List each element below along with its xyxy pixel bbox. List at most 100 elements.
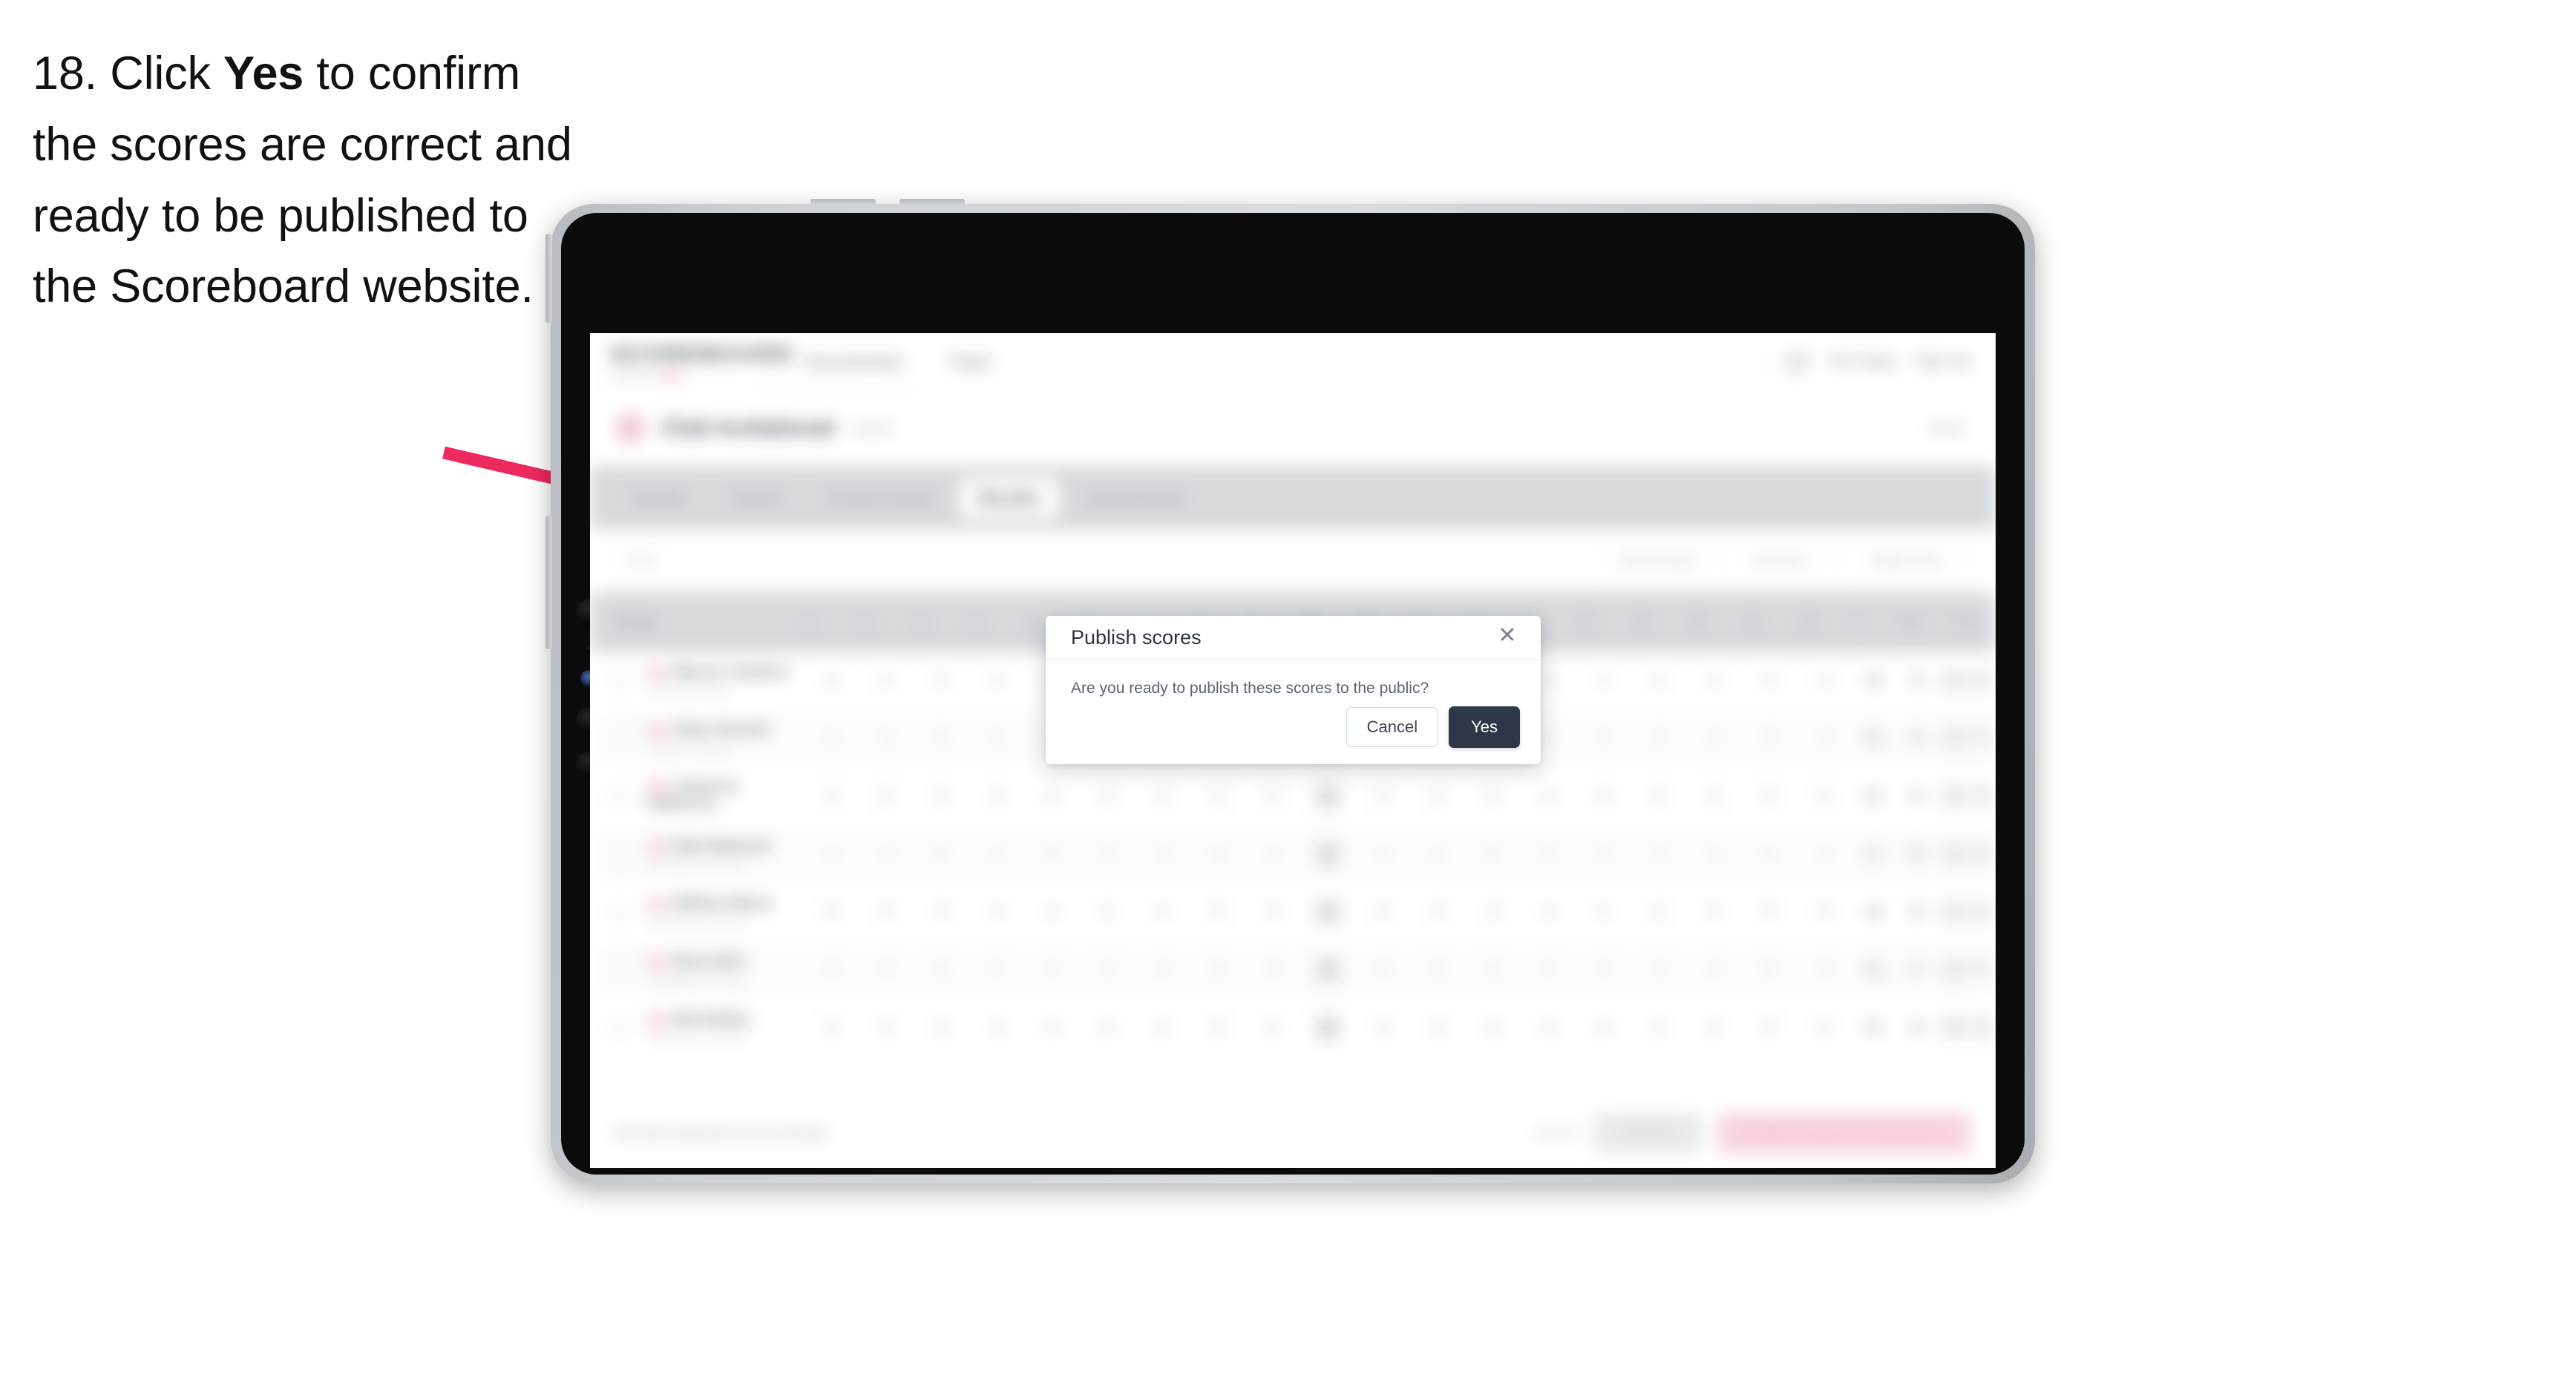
score-cell[interactable]: 5 bbox=[1741, 956, 1796, 985]
score-cell[interactable]: 4 bbox=[1355, 840, 1410, 870]
score-cell[interactable]: 38 bbox=[1300, 840, 1355, 870]
score-cell[interactable]: 4 bbox=[1686, 1014, 1741, 1043]
score-cell[interactable]: 5 bbox=[914, 666, 969, 696]
score-cell[interactable]: 4 bbox=[1686, 666, 1741, 696]
cancel-link[interactable]: Cancel bbox=[1532, 1125, 1578, 1142]
score-cell[interactable]: 5 bbox=[1741, 724, 1796, 754]
score-cell[interactable]: 4 bbox=[1576, 1014, 1631, 1043]
score-cell[interactable]: 3 bbox=[1080, 956, 1135, 985]
tab-results[interactable]: Results bbox=[958, 478, 1059, 518]
score-cell[interactable]: 4 bbox=[804, 782, 859, 812]
score-cell[interactable]: 3 bbox=[1631, 956, 1686, 985]
score-cell[interactable]: 3 bbox=[1631, 840, 1686, 870]
search-input[interactable]: Find bbox=[609, 541, 1594, 581]
score-cell[interactable]: 4 bbox=[1797, 898, 1852, 927]
cancel-button[interactable]: Cancel bbox=[1346, 707, 1439, 747]
score-cell[interactable]: 4 bbox=[1024, 898, 1079, 927]
select-view-mode[interactable]: Table Only ▾ bbox=[1856, 541, 1976, 581]
select-tee-groups[interactable]: Tee Groups ▾ bbox=[1604, 541, 1731, 581]
score-cell[interactable]: 4 bbox=[1797, 724, 1852, 754]
score-cell[interactable]: 4 bbox=[1355, 898, 1410, 927]
row-checkbox[interactable] bbox=[609, 1017, 632, 1040]
score-cell[interactable]: 3 bbox=[1410, 782, 1465, 812]
score-cell[interactable]: 4 bbox=[1576, 898, 1631, 927]
score-cell[interactable]: 4 bbox=[1576, 782, 1631, 812]
score-cell[interactable]: 4 bbox=[1135, 782, 1190, 812]
score-cell[interactable]: 4 bbox=[1245, 898, 1300, 927]
score-cell[interactable]: 3 bbox=[1080, 898, 1135, 927]
score-cell[interactable]: 3 bbox=[1410, 898, 1465, 927]
score-cell[interactable]: 38 bbox=[1300, 782, 1355, 812]
power-button[interactable] bbox=[545, 234, 552, 323]
score-cell[interactable]: 4 bbox=[804, 1014, 859, 1043]
side-button[interactable] bbox=[545, 516, 552, 649]
score-cell[interactable]: 4 bbox=[1024, 956, 1079, 985]
user-name[interactable]: Tim Oates bbox=[1829, 353, 1897, 370]
score-cell[interactable]: 4 bbox=[1797, 840, 1852, 870]
score-cell[interactable]: 4 bbox=[859, 898, 914, 927]
score-cell[interactable]: 4 bbox=[859, 956, 914, 985]
tab-leaderboard[interactable]: Leaderboard bbox=[1066, 479, 1202, 518]
score-cell[interactable]: 5 bbox=[1190, 840, 1245, 870]
score-cell[interactable]: 38 bbox=[1300, 1014, 1355, 1043]
row-checkbox[interactable] bbox=[609, 844, 632, 866]
select-round[interactable]: Round 1 ▾ bbox=[1740, 541, 1846, 581]
score-cell[interactable]: 4 bbox=[804, 724, 859, 754]
score-cell[interactable]: 4 bbox=[969, 724, 1024, 754]
score-cell[interactable]: 3 bbox=[1080, 840, 1135, 870]
score-cell[interactable]: 4 bbox=[969, 666, 1024, 696]
score-cell[interactable]: 4 bbox=[859, 1014, 914, 1043]
score-cell[interactable]: 4 bbox=[1521, 840, 1576, 870]
score-cell[interactable]: 4 bbox=[1521, 898, 1576, 927]
volume-up-button[interactable] bbox=[810, 199, 876, 206]
row-checkbox[interactable] bbox=[609, 786, 632, 808]
score-cell[interactable]: 5 bbox=[1466, 782, 1521, 812]
score-cell[interactable]: 5 bbox=[1466, 956, 1521, 985]
score-cell[interactable]: 5 bbox=[1466, 840, 1521, 870]
score-cell[interactable]: 4 bbox=[1245, 1014, 1300, 1043]
score-cell[interactable]: 4 bbox=[969, 898, 1024, 927]
score-cell[interactable]: 5 bbox=[1741, 840, 1796, 870]
score-cell[interactable]: 4 bbox=[969, 956, 1024, 985]
score-cell[interactable]: 5 bbox=[1024, 840, 1079, 870]
score-cell[interactable]: 3 bbox=[1631, 724, 1686, 754]
score-cell[interactable]: 5 bbox=[1741, 898, 1796, 927]
score-cell[interactable]: 4 bbox=[1576, 666, 1631, 696]
score-cell[interactable]: 38 bbox=[1300, 898, 1355, 927]
score-cell[interactable]: 4 bbox=[1686, 724, 1741, 754]
app-logo[interactable]: SCOREBOARD Powered by Golf bbox=[611, 343, 792, 380]
score-cell[interactable]: 3 bbox=[1631, 898, 1686, 927]
score-cell[interactable]: 4 bbox=[1135, 956, 1190, 985]
close-icon[interactable]: ✕ bbox=[1495, 623, 1520, 648]
tab-course-setup[interactable]: Course Setup bbox=[808, 479, 951, 518]
score-cell[interactable]: 4 bbox=[1686, 898, 1741, 927]
score-cell[interactable]: 4 bbox=[1355, 782, 1410, 812]
score-cell[interactable]: 3 bbox=[1410, 1014, 1465, 1043]
score-cell[interactable]: 4 bbox=[859, 666, 914, 696]
score-cell[interactable]: 4 bbox=[1245, 840, 1300, 870]
score-cell[interactable]: 4 bbox=[804, 666, 859, 696]
score-cell[interactable]: 4 bbox=[1521, 956, 1576, 985]
row-checkbox[interactable] bbox=[609, 959, 632, 982]
score-cell[interactable]: 3 bbox=[1631, 1014, 1686, 1043]
score-cell[interactable]: 5 bbox=[1741, 666, 1796, 696]
row-checkbox[interactable] bbox=[609, 728, 632, 750]
score-cell[interactable]: 5 bbox=[1466, 1014, 1521, 1043]
score-cell[interactable]: 5 bbox=[914, 782, 969, 812]
score-cell[interactable]: 5 bbox=[914, 840, 969, 870]
score-cell[interactable]: 5 bbox=[1190, 956, 1245, 985]
score-cell[interactable]: 4 bbox=[859, 724, 914, 754]
score-cell[interactable]: 4 bbox=[1797, 666, 1852, 696]
score-cell[interactable]: 3 bbox=[1631, 666, 1686, 696]
score-cell[interactable]: 4 bbox=[1797, 956, 1852, 985]
score-cell[interactable]: 4 bbox=[1245, 956, 1300, 985]
user-avatar-icon[interactable] bbox=[1786, 349, 1810, 373]
score-cell[interactable]: 4 bbox=[1024, 782, 1079, 812]
tab-teams[interactable]: Teams bbox=[712, 479, 801, 518]
score-cell[interactable]: 5 bbox=[1741, 782, 1796, 812]
score-cell[interactable]: 4 bbox=[969, 782, 1024, 812]
score-cell[interactable]: 5 bbox=[1190, 1014, 1245, 1043]
score-cell[interactable]: 4 bbox=[1576, 840, 1631, 870]
score-cell[interactable]: 3 bbox=[1631, 782, 1686, 812]
row-checkbox[interactable] bbox=[609, 670, 632, 692]
